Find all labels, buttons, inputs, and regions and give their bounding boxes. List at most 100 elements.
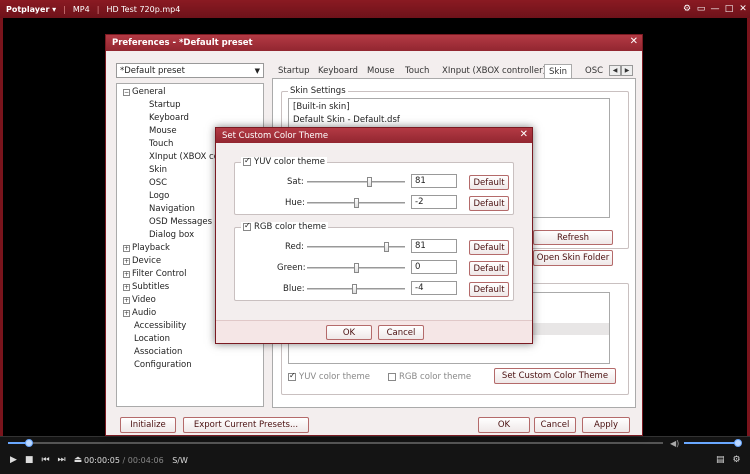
sat-slider[interactable] — [307, 177, 405, 187]
next-icon[interactable]: ⏭ — [58, 455, 66, 465]
tree-item-location[interactable]: Location — [134, 334, 170, 344]
pin-icon[interactable]: ▭ — [694, 0, 708, 18]
tree-item-keyboard[interactable]: Keyboard — [149, 113, 189, 123]
time-display: 00:00:05 / 00:04:06 S/W — [84, 456, 188, 465]
green-slider-thumb[interactable] — [354, 263, 359, 273]
tree-item-logo[interactable]: Logo — [149, 191, 169, 201]
app-menu-button[interactable]: Potplayer ▾ — [6, 5, 56, 14]
tree-item-configuration[interactable]: Configuration — [134, 360, 192, 370]
tree-item-playback[interactable]: + Playback — [123, 243, 170, 253]
set-custom-color-theme-button[interactable]: Set Custom Color Theme — [494, 368, 616, 384]
custom-color-close-icon[interactable]: ✕ — [520, 129, 528, 140]
tree-item-startup[interactable]: Startup — [149, 100, 181, 110]
tree-item-touch[interactable]: Touch — [149, 139, 173, 149]
skin-list-item[interactable]: Default Skin - Default.dsf — [293, 115, 400, 125]
eject-icon[interactable]: ⏏ — [74, 455, 83, 465]
minimize-button[interactable]: — — [708, 0, 722, 18]
close-button[interactable]: ✕ — [736, 0, 750, 18]
preferences-icon[interactable]: ⚙ — [733, 455, 741, 465]
tree-item-navigation[interactable]: Navigation — [149, 204, 195, 214]
play-icon[interactable]: ▶ — [10, 455, 17, 465]
hue-input[interactable]: -2 — [411, 195, 457, 209]
tree-item-dialog-box[interactable]: Dialog box — [149, 230, 194, 240]
preset-select[interactable]: *Default preset ▼ — [116, 63, 264, 78]
tab-xinput[interactable]: XInput (XBOX controller) — [442, 64, 546, 78]
prev-icon[interactable]: ⏮ — [41, 455, 49, 465]
tree-item-xinput[interactable]: XInput (XBOX con — [149, 152, 224, 162]
red-slider[interactable] — [307, 242, 405, 252]
preferences-close-icon[interactable]: ✕ — [630, 36, 638, 47]
tab-skin[interactable]: Skin — [544, 64, 573, 78]
red-input[interactable]: 81 — [411, 239, 457, 253]
rgb-theme-checkbox[interactable]: RGB color theme — [388, 372, 471, 382]
player-controls: ◀) ▶ ■ ⏮ ⏭ ⏏ 00:00:05 / 00:04:06 S/W ▤ ⚙ — [0, 436, 750, 474]
tree-item-device[interactable]: + Device — [123, 256, 161, 266]
blue-default-button[interactable]: Default — [469, 282, 509, 297]
tree-item-osd-messages[interactable]: OSD Messages — [149, 217, 212, 227]
open-skin-folder-button[interactable]: Open Skin Folder — [533, 250, 613, 266]
cancel-button[interactable]: Cancel — [534, 417, 576, 433]
hue-slider[interactable] — [307, 198, 405, 208]
tab-scroll-left-icon[interactable]: ◀ — [609, 65, 621, 76]
tree-item-skin[interactable]: Skin — [149, 165, 167, 175]
ok-button[interactable]: OK — [478, 417, 530, 433]
red-default-button[interactable]: Default — [469, 240, 509, 255]
custom-color-ok-button[interactable]: OK — [326, 325, 372, 340]
hue-label: Hue: — [285, 198, 305, 208]
green-input[interactable]: 0 — [411, 260, 457, 274]
playlist-icon[interactable]: ▤ — [716, 455, 725, 465]
refresh-button[interactable]: Refresh — [533, 230, 613, 245]
yuv-theme-checkbox[interactable]: YUV color theme — [288, 371, 370, 382]
green-default-button[interactable]: Default — [469, 261, 509, 276]
custom-color-dialog: Set Custom Color Theme ✕ YUV color theme… — [215, 127, 533, 344]
tab-startup[interactable]: Startup — [278, 64, 310, 78]
initialize-button[interactable]: Initialize — [120, 417, 176, 433]
tree-item-general[interactable]: − General — [123, 87, 166, 97]
green-slider[interactable] — [307, 263, 405, 273]
blue-slider-thumb[interactable] — [352, 284, 357, 294]
seek-bar[interactable] — [8, 439, 663, 447]
sat-input[interactable]: 81 — [411, 174, 457, 188]
tree-item-subtitles[interactable]: + Subtitles — [123, 282, 169, 292]
tree-item-video[interactable]: + Video — [123, 295, 156, 305]
file-title: HD Test 720p.mp4 — [106, 4, 181, 14]
volume-slider[interactable] — [684, 439, 742, 447]
sat-default-button[interactable]: Default — [469, 175, 509, 190]
seek-thumb[interactable] — [25, 439, 33, 447]
red-label: Red: — [285, 242, 305, 252]
blue-slider[interactable] — [307, 284, 405, 294]
blue-label: Blue: — [283, 284, 305, 294]
volume-icon[interactable]: ◀) — [670, 439, 679, 448]
green-label: Green: — [277, 263, 306, 273]
rgb-group: RGB color theme Red: 81 Default Green: 0… — [234, 221, 514, 301]
tree-item-mouse[interactable]: Mouse — [149, 126, 177, 136]
export-presets-button[interactable]: Export Current Presets... — [183, 417, 309, 433]
tree-item-filter-control[interactable]: + Filter Control — [123, 269, 186, 279]
tab-touch[interactable]: Touch — [405, 64, 429, 78]
rgb-checkbox[interactable]: RGB color theme — [241, 221, 329, 232]
settings-icon[interactable]: ⚙ — [680, 0, 694, 18]
red-slider-thumb[interactable] — [384, 242, 389, 252]
tree-item-audio[interactable]: + Audio — [123, 308, 156, 318]
tree-item-association[interactable]: Association — [134, 347, 182, 357]
maximize-button[interactable]: □ — [722, 0, 736, 18]
tab-strip: Startup Keyboard Mouse Touch XInput (XBO… — [276, 64, 636, 79]
apply-button[interactable]: Apply — [582, 417, 630, 433]
tree-item-accessibility[interactable]: Accessibility — [134, 321, 186, 331]
yuv-checkbox[interactable]: YUV color theme — [241, 156, 328, 167]
player-title-bar: Potplayer ▾ | MP4 | HD Test 720p.mp4 ⚙ ▭… — [0, 0, 750, 18]
tab-mouse[interactable]: Mouse — [367, 64, 395, 78]
blue-input[interactable]: -4 — [411, 281, 457, 295]
hue-slider-thumb[interactable] — [354, 198, 359, 208]
tree-item-osc[interactable]: OSC — [149, 178, 167, 188]
custom-color-footer: OK Cancel — [216, 320, 532, 343]
tab-keyboard[interactable]: Keyboard — [318, 64, 358, 78]
hue-default-button[interactable]: Default — [469, 196, 509, 211]
sat-slider-thumb[interactable] — [367, 177, 372, 187]
custom-color-title-bar: Set Custom Color Theme ✕ — [216, 128, 532, 143]
tab-scroll-right-icon[interactable]: ▶ — [621, 65, 633, 76]
custom-color-cancel-button[interactable]: Cancel — [378, 325, 424, 340]
tab-osc[interactable]: OSC — [585, 64, 603, 78]
skin-list-item[interactable]: [Built-in skin] — [293, 102, 350, 112]
stop-icon[interactable]: ■ — [25, 455, 34, 465]
